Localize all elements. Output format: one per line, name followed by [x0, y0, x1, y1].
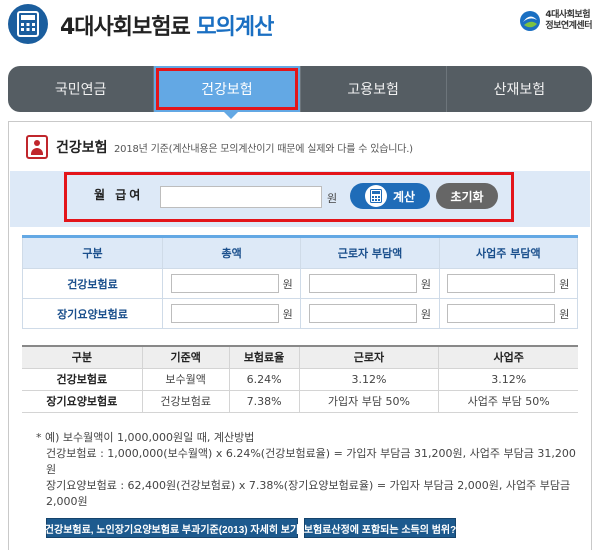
table-cell: 3.12% — [438, 368, 578, 391]
row-label: 건강보험료 — [22, 268, 163, 299]
example-title: * 예) 보수월액이 1,000,000원일 때, 계산방법 — [36, 431, 255, 444]
calculator-icon — [8, 4, 48, 44]
table-cell: 건강보험료 — [22, 368, 143, 391]
calculation-example: * 예) 보수월액이 1,000,000원일 때, 계산방법 건강보험료 : 1… — [36, 430, 581, 510]
unit-label: 원 — [559, 277, 570, 291]
table-cell: 보수월액 — [142, 368, 230, 391]
table-cell: 6.24% — [229, 368, 300, 391]
tab-label: 산재보험 — [493, 82, 546, 98]
health-employer-field[interactable] — [447, 274, 556, 293]
person-card-icon — [26, 135, 48, 159]
page-title-main: 4대사회보험료 — [60, 15, 191, 40]
calculate-button-label: 계산 — [392, 189, 416, 204]
table-row: 건강보험료 보수월액 6.24% 3.12% 3.12% — [22, 368, 578, 391]
health-employee-field[interactable] — [308, 274, 417, 293]
unit-label: 원 — [559, 307, 570, 321]
table-row: 장기요양보험료 건강보험료 7.38% 가입자 부담 50% 사업주 부담 50… — [22, 390, 578, 413]
logo-line1: 4대사회보험 — [545, 10, 590, 20]
unit-label: 원 — [282, 307, 293, 321]
col-header: 구분 — [22, 346, 143, 369]
page-title: 4대사회보험료 모의계산 — [60, 9, 274, 41]
table-row: 건강보험료 원 원 원 — [22, 268, 579, 299]
ltc-employee-field[interactable] — [308, 304, 417, 323]
salary-input[interactable] — [160, 186, 322, 208]
table-cell: 장기요양보험료 — [22, 390, 143, 413]
tab-health-insurance[interactable]: 건강보험 — [154, 66, 301, 112]
unit-label: 원 — [420, 307, 432, 321]
col-header: 보험료율 — [229, 346, 300, 369]
col-header: 구분 — [22, 236, 163, 269]
col-header: 기준액 — [142, 346, 230, 369]
row-label: 장기요양보험료 — [22, 298, 163, 329]
ltc-employer-field[interactable] — [447, 304, 556, 323]
result-table: 구분 총액 근로자 부담액 사업주 부담액 건강보험료 원 원 원 장기요양보험… — [22, 235, 579, 329]
col-header: 근로자 — [299, 346, 440, 369]
tab-industrial-accident-insurance[interactable]: 산재보험 — [447, 66, 592, 112]
reset-button[interactable]: 초기화 — [436, 183, 498, 209]
health-total-field[interactable] — [170, 274, 279, 293]
unit-label: 원 — [420, 277, 432, 291]
calculate-button[interactable]: 계산 — [350, 183, 430, 209]
unit-label: 원 — [282, 277, 293, 291]
tab-employment-insurance[interactable]: 고용보험 — [301, 66, 447, 112]
table-cell: 건강보험료 — [142, 390, 230, 413]
table-cell: 7.38% — [229, 390, 300, 413]
rate-table: 구분 기준액 보험료율 근로자 사업주 건강보험료 보수월액 6.24% 3.1… — [22, 345, 578, 413]
salary-label: 월 급여 — [94, 188, 144, 202]
ltc-total-field[interactable] — [170, 304, 279, 323]
section-note: 2018년 기준(계산내용은 모의계산이기 때문에 실제와 다를 수 있습니다.… — [114, 144, 413, 155]
salary-unit: 원 — [327, 192, 338, 205]
view-criteria-button[interactable]: 건강보험료, 노인장기요양보험료 부과기준(2013) 자세히 보기 — [45, 518, 299, 538]
agency-logo-icon — [520, 11, 541, 31]
insurance-tabs: 국민연금 건강보험 고용보험 산재보험 — [8, 66, 592, 112]
active-tab-pointer — [224, 112, 238, 119]
calculator-icon — [364, 185, 387, 207]
col-header: 근로자 부담액 — [300, 236, 440, 269]
section-title: 건강보험 — [56, 140, 108, 156]
page-title-sub: 모의계산 — [196, 15, 274, 40]
income-scope-button[interactable]: 보험료산정에 포함되는 소득의 범위? — [304, 518, 456, 538]
tab-label: 고용보험 — [347, 82, 399, 98]
tab-national-pension[interactable]: 국민연금 — [8, 66, 155, 112]
table-cell: 3.12% — [299, 368, 440, 391]
header: 4대사회보험료 모의계산 4대사회보험 정보연계센터 — [0, 0, 600, 50]
table-cell: 가입자 부담 50% — [299, 390, 440, 413]
agency-logo[interactable]: 4대사회보험 정보연계센터 — [519, 10, 592, 32]
table-row: 장기요양보험료 원 원 원 — [22, 298, 579, 329]
logo-line2: 정보연계센터 — [545, 21, 592, 31]
example-ltc: 장기요양보험료 : 62,400원(건강보험료) x 7.38%(장기요양보험료… — [46, 479, 571, 508]
example-health: 건강보험료 : 1,000,000(보수월액) x 6.24%(건강보험료율) … — [46, 447, 576, 476]
table-cell: 사업주 부담 50% — [438, 390, 578, 413]
col-header: 사업주 — [438, 346, 578, 369]
result-table-header: 구분 총액 근로자 부담액 사업주 부담액 — [22, 236, 579, 269]
col-header: 사업주 부담액 — [439, 236, 579, 269]
col-header: 총액 — [162, 236, 302, 269]
tab-label: 국민연금 — [54, 82, 107, 98]
rate-table-header: 구분 기준액 보험료율 근로자 사업주 — [22, 346, 578, 369]
tab-highlight-box — [156, 68, 298, 110]
